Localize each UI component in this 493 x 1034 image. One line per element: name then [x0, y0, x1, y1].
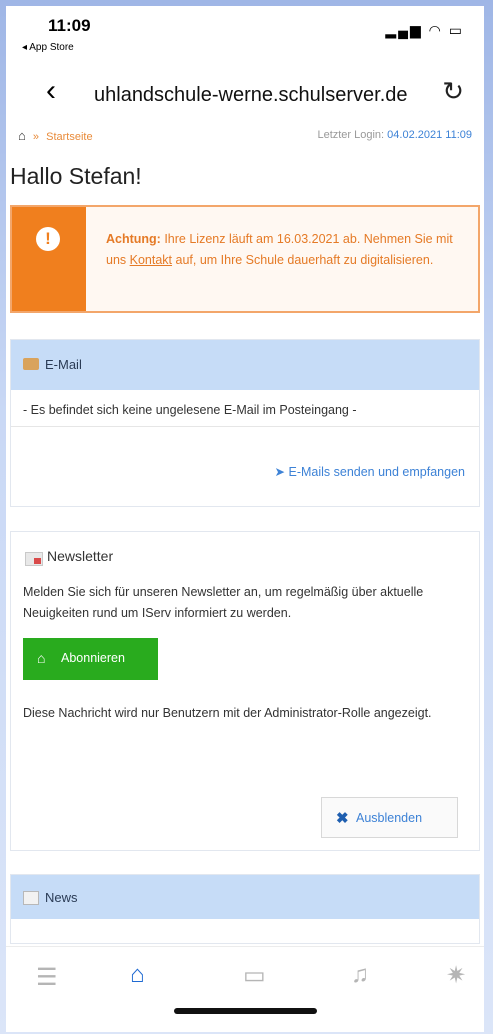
breadcrumb-separator: » [32, 131, 40, 143]
warning-sidebar: ! [12, 207, 86, 311]
browser-bar: ‹ uhlandschule-werne.schulserver.de ↻ [6, 66, 484, 122]
warning-text: Achtung: Ihre Lizenz läuft am 16.03.2021… [106, 229, 468, 271]
email-send-receive-link[interactable]: ➤ E-Mails senden und empfangen [275, 464, 465, 479]
news-title: News [45, 890, 78, 905]
bottom-navigation: ☰ ⌂ ▭ ♫ ✷ [6, 946, 484, 1032]
breadcrumb: ⌂ » Startseite Letzter Login: 04.02.2021… [18, 128, 472, 150]
signal-wifi-battery-icon: ▂▄▆ ◠ ▭ [385, 22, 464, 38]
reload-icon[interactable]: ↻ [442, 76, 464, 107]
gear-icon[interactable]: ✷ [446, 961, 466, 990]
breadcrumb-startseite[interactable]: Startseite [46, 131, 92, 143]
email-link-label: E-Mails senden und empfangen [288, 465, 465, 479]
email-widget: E-Mail - Es befindet sich keine ungelese… [10, 339, 480, 507]
divider [11, 426, 479, 427]
paper-plane-icon: ➤ [274, 465, 289, 479]
newsletter-icon [25, 552, 43, 566]
news-widget: News [10, 874, 480, 944]
envelope-icon [23, 358, 39, 370]
last-login-label: Letzter Login: [317, 129, 385, 141]
warning-text-part2: auf, um Ihre Schule dauerhaft zu digital… [172, 253, 434, 267]
newsletter-widget: Newsletter Melden Sie sich für unseren N… [10, 531, 480, 851]
close-icon: ✖ [336, 810, 349, 827]
email-title: E-Mail [45, 357, 82, 372]
exclamation-icon: ! [36, 227, 60, 251]
home-breadcrumb-icon[interactable]: ⌂ [18, 128, 26, 143]
back-to-app-store[interactable]: ◂ App Store [22, 42, 74, 53]
news-header: News [11, 875, 479, 919]
chat-icon[interactable]: ▭ [243, 961, 266, 990]
news-icon [23, 891, 39, 905]
page-title: Hallo Stefan! [10, 163, 142, 189]
email-header: E-Mail [11, 340, 479, 390]
status-bar: 11:09 ◂ App Store ▂▄▆ ◠ ▭ [6, 6, 484, 56]
subscribe-icon: ⌂ [37, 650, 46, 666]
home-indicator[interactable] [174, 1008, 317, 1014]
hide-label: Ausblenden [356, 811, 423, 825]
newsletter-title: Newsletter [47, 548, 114, 564]
home-icon[interactable]: ⌂ [130, 961, 145, 989]
status-time: 11:09 [48, 16, 91, 35]
subscribe-label: Abonnieren [61, 651, 125, 665]
warning-label: Achtung: [106, 232, 161, 246]
bell-icon[interactable]: ♫ [351, 961, 369, 989]
last-login: Letzter Login: 04.02.2021 11:09 [317, 129, 472, 141]
newsletter-description: Melden Sie sich für unseren Newsletter a… [23, 585, 424, 620]
menu-icon[interactable]: ☰ [36, 963, 58, 992]
contact-link[interactable]: Kontakt [130, 253, 172, 267]
back-icon[interactable]: ‹ [46, 74, 56, 108]
admin-note: Diese Nachricht wird nur Benutzern mit d… [23, 706, 432, 720]
url-text[interactable]: uhlandschule-werne.schulserver.de [94, 84, 408, 107]
phone-screen: 11:09 ◂ App Store ▂▄▆ ◠ ▭ ‹ uhlandschule… [6, 6, 484, 1032]
last-login-value[interactable]: 04.02.2021 11:09 [387, 129, 472, 141]
subscribe-button[interactable]: ⌂ Abonnieren [23, 638, 158, 680]
email-status: - Es befindet sich keine ungelesene E-Ma… [23, 403, 357, 417]
license-warning: ! Achtung: Ihre Lizenz läuft am 16.03.20… [10, 205, 480, 313]
hide-button[interactable]: ✖ Ausblenden [321, 797, 458, 838]
